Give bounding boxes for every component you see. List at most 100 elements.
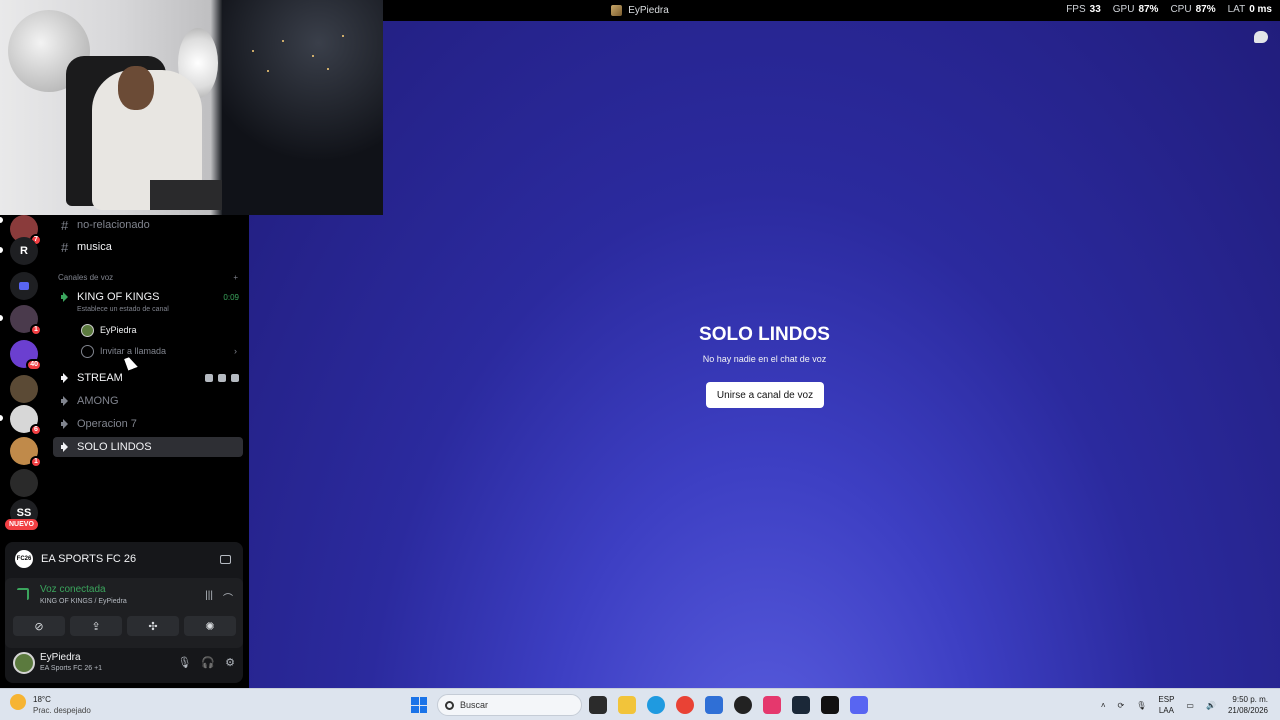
channel-status-hint[interactable]: Establece un estado de canal — [77, 306, 169, 313]
game-activity[interactable]: FC26 EA SPORTS FC 26 — [5, 542, 243, 576]
voice-member[interactable]: EyPiedra — [73, 320, 243, 340]
ea-fc-icon[interactable] — [821, 696, 839, 714]
obs-icon[interactable] — [734, 696, 752, 714]
file-explorer-icon[interactable] — [618, 696, 636, 714]
weather-icon — [10, 694, 26, 710]
channel-name: no-relacionado — [77, 219, 150, 231]
chevron-right-icon: › — [234, 346, 237, 356]
text-channel[interactable]: # no-relacionado — [53, 215, 243, 235]
noise-suppression-icon[interactable]: ||| — [205, 590, 213, 601]
username[interactable]: EyPiedra — [40, 652, 81, 663]
server-icon[interactable]: R — [10, 237, 38, 265]
desk — [150, 180, 230, 210]
server-icon[interactable]: 6 — [10, 405, 42, 436]
speaker-icon — [61, 396, 71, 406]
language-indicator[interactable]: ESP LAA — [1158, 694, 1174, 716]
avatar[interactable] — [13, 652, 35, 674]
server-icon[interactable]: 1 — [10, 437, 42, 468]
speaker-icon — [61, 442, 71, 452]
voice-channel[interactable]: STREAM — [53, 368, 243, 388]
weather-desc: Prac. despejado — [33, 706, 91, 715]
join-voice-button[interactable]: Unirse a canal de voz — [706, 382, 824, 408]
voice-category-header[interactable]: Canales de voz + — [58, 273, 238, 282]
channel-name: STREAM — [77, 372, 123, 384]
performance-overlay: FPS 33 GPU 87% CPU 87% LAT 0 ms — [1066, 4, 1272, 15]
sync-icon[interactable]: ⟳ — [1118, 701, 1125, 710]
user-activity: EA Sports FC 26 +1 — [40, 665, 103, 672]
server-icon[interactable]: 40 — [10, 340, 42, 371]
chrome-icon[interactable] — [676, 696, 694, 714]
gear-icon[interactable]: ⚙ — [225, 656, 235, 669]
server-icon[interactable] — [10, 375, 38, 403]
channel-name: KING OF KINGS — [77, 291, 160, 303]
voice-channel[interactable]: AMONG — [53, 391, 243, 411]
chat-icon[interactable] — [1254, 31, 1268, 43]
system-tray: ˄ ⟳ 🎙 ESP LAA ▭ 🔊 9:50 p. m. 21/08/2026 — [1101, 694, 1268, 716]
weather-widget[interactable]: 18°C Prac. despejado — [10, 694, 91, 716]
headphones-icon[interactable]: 🎧 — [201, 656, 215, 669]
voice-connected-channel[interactable]: KING OF KINGS / EyPiedra — [40, 598, 127, 605]
invite-icon — [81, 344, 94, 358]
server-icon[interactable]: 1 — [10, 305, 42, 336]
hash-icon: # — [61, 217, 69, 233]
volume-icon[interactable]: 🔊 — [1206, 701, 1216, 710]
signal-icon[interactable] — [17, 588, 29, 600]
unread-pill — [0, 217, 3, 223]
window-title: EyPiedra — [628, 5, 669, 16]
stage-subtitle: No hay nadie en el chat de voz — [702, 354, 827, 364]
server-icon[interactable] — [10, 469, 38, 497]
soundboard-button[interactable]: ✺ — [184, 616, 236, 636]
user-area: EyPiedra EA Sports FC 26 +1 🎙 🎧 ⚙ — [5, 648, 243, 680]
windows-start-icon[interactable] — [411, 697, 427, 713]
channel-list: # no-relacionado # musica Canales de voz… — [48, 215, 249, 535]
tiktok-icon[interactable] — [763, 696, 781, 714]
stage-title: SOLO LINDOS — [699, 324, 830, 345]
screen-share-icon[interactable] — [220, 554, 231, 564]
new-badge: NUEVO — [5, 519, 38, 530]
task-view-icon[interactable] — [589, 696, 607, 714]
unread-pill — [0, 247, 3, 253]
screen: EyPiedra FPS 33 GPU 87% CPU 87% LAT 0 ms 7 R… — [0, 0, 1280, 720]
temperature: 18°C — [33, 695, 51, 704]
disconnect-icon[interactable]: ⌒ — [223, 590, 233, 605]
unread-pill — [0, 315, 3, 321]
chevron-up-icon[interactable]: ˄ — [1101, 701, 1106, 710]
webcam-overlay — [0, 0, 383, 215]
text-channel[interactable]: # musica — [53, 237, 243, 257]
add-channel-icon[interactable]: + — [233, 273, 238, 282]
camera-off-button[interactable]: ⊘ — [13, 616, 65, 636]
member-name: EyPiedra — [100, 325, 137, 335]
lat-stat: LAT 0 ms — [1227, 4, 1272, 15]
steam-icon[interactable] — [792, 696, 810, 714]
channel-name: Operacion 7 — [77, 418, 137, 430]
chat-icon[interactable] — [205, 374, 213, 382]
voice-stage: SOLO LINDOS No hay nadie en el chat de v… — [249, 21, 1280, 688]
voice-channel-active[interactable]: KING OF KINGS 0:09 — [53, 287, 243, 307]
folder-icon[interactable] — [10, 272, 38, 300]
discord-icon[interactable] — [850, 696, 868, 714]
channel-name: AMONG — [77, 395, 119, 407]
voice-channel[interactable]: Operacion 7 — [53, 414, 243, 434]
store-icon[interactable] — [705, 696, 723, 714]
activities-button[interactable]: ✣ — [127, 616, 179, 636]
hash-icon: # — [61, 239, 69, 255]
app-icon — [611, 5, 623, 16]
microphone-icon[interactable]: 🎙 — [177, 656, 191, 669]
taskbar-search[interactable]: Buscar — [437, 694, 582, 716]
microphone-icon[interactable]: 🎙 — [1136, 701, 1146, 710]
invite-to-call[interactable]: Invitar a llamada › — [73, 341, 243, 361]
channel-name: SOLO LINDOS — [77, 441, 152, 453]
invite-member-icon[interactable] — [218, 374, 226, 382]
channel-name: musica — [77, 241, 112, 253]
unread-badge: 40 — [26, 359, 42, 371]
voice-channel-selected[interactable]: SOLO LINDOS — [53, 437, 243, 457]
avatar — [81, 323, 94, 337]
gear-icon[interactable] — [231, 374, 239, 382]
clock[interactable]: 9:50 p. m. 21/08/2026 — [1228, 694, 1268, 716]
network-icon[interactable]: ▭ — [1186, 701, 1194, 710]
speaker-icon — [61, 373, 71, 383]
call-timer: 0:09 — [223, 292, 239, 302]
search-icon — [445, 701, 454, 710]
share-screen-button[interactable]: ⇪ — [70, 616, 122, 636]
edge-icon[interactable] — [647, 696, 665, 714]
